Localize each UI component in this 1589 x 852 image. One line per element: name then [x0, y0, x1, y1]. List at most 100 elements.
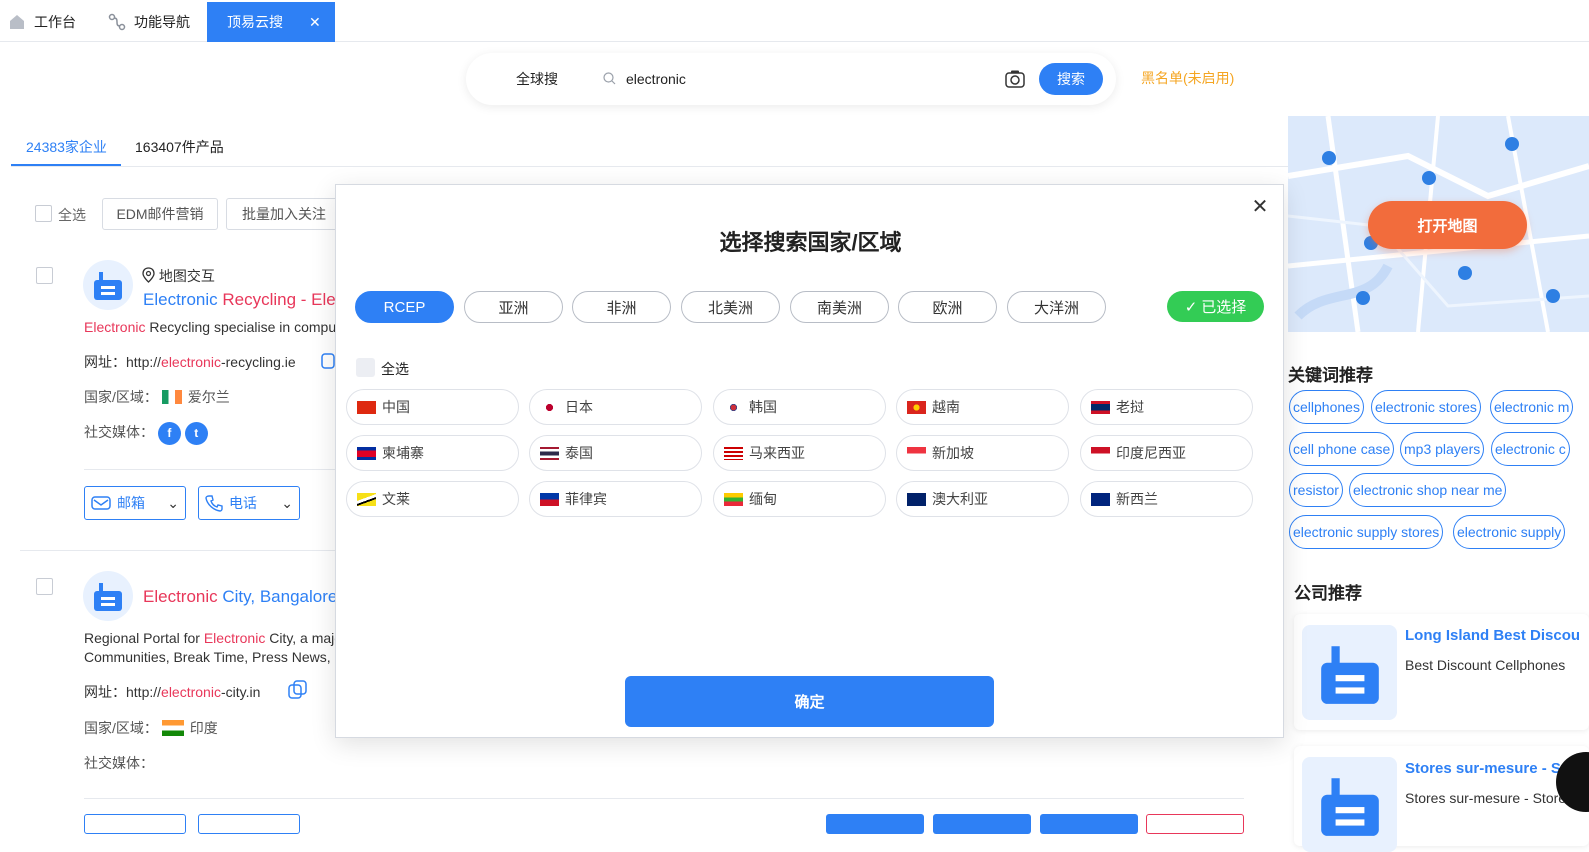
tab-cloud-search[interactable]: 顶易云搜 ✕	[207, 2, 335, 42]
country-row: 国家/区域： 印度	[84, 720, 218, 736]
camera-icon[interactable]	[1004, 68, 1026, 90]
australia-flag-icon	[907, 492, 926, 506]
cambodia-flag-icon	[357, 446, 376, 460]
search-button[interactable]: 搜索	[1039, 63, 1103, 95]
keyword-chip[interactable]: resistor	[1289, 473, 1343, 507]
country-option-korea[interactable]: 韩国	[713, 389, 886, 425]
keyword-chip[interactable]: electronic supply	[1453, 515, 1566, 549]
mail-button[interactable]: 邮箱 ⌄	[84, 486, 186, 520]
building-icon	[1320, 645, 1379, 704]
country-option-china[interactable]: 中国	[346, 389, 519, 425]
region-tab-south-america[interactable]: 南美洲	[790, 291, 889, 323]
close-icon[interactable]: ✕	[1250, 197, 1270, 217]
tab-navigation[interactable]: 功能导航	[108, 2, 190, 42]
region-tab-rcep[interactable]: RCEP	[355, 291, 454, 323]
active-tab-underline	[11, 164, 121, 166]
country-option-myanmar[interactable]: 缅甸	[713, 481, 886, 517]
country-option-philippines[interactable]: 菲律宾	[529, 481, 702, 517]
thailand-flag-icon	[540, 446, 559, 460]
copy-icon[interactable]	[320, 350, 336, 370]
blacklist-link[interactable]: 黑名单(未启用)	[1141, 68, 1234, 88]
companies-heading: 公司推荐	[1294, 584, 1362, 603]
keyword-chip[interactable]: cellphones	[1289, 390, 1364, 424]
region-tab-europe[interactable]: 欧洲	[898, 291, 997, 323]
company-title[interactable]: Electronic Recycling - Elec	[143, 290, 336, 310]
close-icon[interactable]: ✕	[309, 14, 321, 31]
company-title[interactable]: Stores sur-mesure - St	[1405, 760, 1566, 777]
phone-button[interactable]: 电话 ⌄	[198, 486, 300, 520]
phone-icon	[205, 495, 223, 512]
keyword-chip[interactable]: electronic shop near me	[1349, 473, 1507, 507]
action-button-partial[interactable]	[826, 814, 924, 834]
country-option-japan[interactable]: 日本	[529, 389, 702, 425]
tab-companies[interactable]: 24383家企业	[26, 137, 107, 157]
vietnam-flag-icon	[907, 400, 926, 414]
keyword-chip[interactable]: mp3 players	[1400, 432, 1485, 466]
tab-label: 功能导航	[134, 14, 190, 30]
map-interaction-link[interactable]: 地图交互	[142, 266, 215, 286]
company-description: Regional Portal for Electronic City, a m…	[84, 630, 336, 646]
select-all-checkbox[interactable]	[356, 358, 375, 377]
select-all-checkbox[interactable]	[35, 205, 52, 222]
india-flag-icon	[161, 720, 184, 736]
country-option-laos[interactable]: 老挝	[1080, 389, 1253, 425]
batch-follow-button[interactable]: 批量加入关注	[226, 198, 342, 230]
recommended-company-card[interactable]: Long Island Best Discou Best Discount Ce…	[1294, 614, 1589, 730]
search-scope[interactable]: 全球搜	[516, 69, 558, 89]
company-title[interactable]: Long Island Best Discou	[1405, 627, 1580, 644]
facebook-icon[interactable]: f	[157, 422, 181, 445]
open-map-button[interactable]: 打开地图	[1368, 201, 1527, 249]
country-option-new-zealand[interactable]: 新西兰	[1080, 481, 1253, 517]
route-icon	[108, 13, 126, 31]
tab-label: 工作台	[34, 14, 76, 30]
twitter-icon[interactable]: t	[184, 422, 208, 445]
keyword-chip[interactable]: electronic m	[1490, 390, 1574, 424]
country-option-indonesia[interactable]: 印度尼西亚	[1080, 435, 1253, 471]
tab-products[interactable]: 163407件产品	[135, 137, 224, 157]
country-row: 国家/区域： 爱尔兰	[84, 389, 230, 405]
action-button-partial[interactable]	[933, 814, 1031, 834]
website-row: 网址：http://electronic-city.in	[84, 684, 261, 700]
recommended-company-card[interactable]: Stores sur-mesure - St Stores sur-mesure…	[1294, 746, 1589, 852]
copy-icon[interactable]	[287, 680, 309, 700]
card-checkbox[interactable]	[36, 578, 53, 595]
company-description: Electronic Recycling specialise in compu…	[84, 319, 336, 335]
selected-button[interactable]: ✓ 已选择	[1167, 291, 1264, 322]
card-checkbox[interactable]	[36, 267, 53, 284]
tab-workbench[interactable]: 工作台	[8, 2, 76, 42]
confirm-button[interactable]: 确定	[625, 676, 994, 727]
region-tab-africa[interactable]: 非洲	[572, 291, 671, 323]
company-logo	[1302, 625, 1397, 720]
social-row: 社交媒体： f t	[84, 422, 208, 445]
action-button-partial[interactable]	[1040, 814, 1138, 834]
country-option-singapore[interactable]: 新加坡	[896, 435, 1069, 471]
malaysia-flag-icon	[724, 446, 743, 460]
keyword-chip[interactable]: electronic supply stores	[1289, 515, 1444, 549]
keyword-chip[interactable]: electronic c	[1491, 432, 1570, 466]
action-button-partial[interactable]	[1146, 814, 1244, 834]
country-option-cambodia[interactable]: 柬埔寨	[346, 435, 519, 471]
country-option-australia[interactable]: 澳大利亚	[896, 481, 1069, 517]
region-tab-asia[interactable]: 亚洲	[464, 291, 563, 323]
phone-button-partial[interactable]	[198, 814, 300, 834]
mail-button-partial[interactable]	[84, 814, 186, 834]
dialog-title: 选择搜索国家/区域	[719, 230, 902, 255]
keyword-chip[interactable]: electronic stores	[1371, 390, 1481, 424]
company-logo	[83, 260, 133, 310]
social-row: 社交媒体：	[84, 755, 154, 771]
region-tab-oceania[interactable]: 大洋洲	[1007, 291, 1106, 323]
search-bar: 全球搜 搜索	[466, 53, 1116, 105]
region-tab-north-america[interactable]: 北美洲	[681, 291, 780, 323]
select-all-label: 全选	[381, 361, 409, 377]
search-input[interactable]	[626, 64, 986, 94]
company-description-line2: Communities, Break Time, Press News, Ne	[84, 649, 336, 665]
country-option-thailand[interactable]: 泰国	[529, 435, 702, 471]
philippines-flag-icon	[540, 492, 559, 506]
company-title[interactable]: Electronic City, Bangalore -	[143, 587, 336, 607]
keyword-chip[interactable]: cell phone case	[1289, 432, 1395, 466]
country-option-vietnam[interactable]: 越南	[896, 389, 1069, 425]
edm-button[interactable]: EDM邮件营销	[102, 198, 218, 230]
country-option-brunei[interactable]: 文莱	[346, 481, 519, 517]
card-divider	[84, 469, 336, 470]
country-option-malaysia[interactable]: 马来西亚	[713, 435, 886, 471]
